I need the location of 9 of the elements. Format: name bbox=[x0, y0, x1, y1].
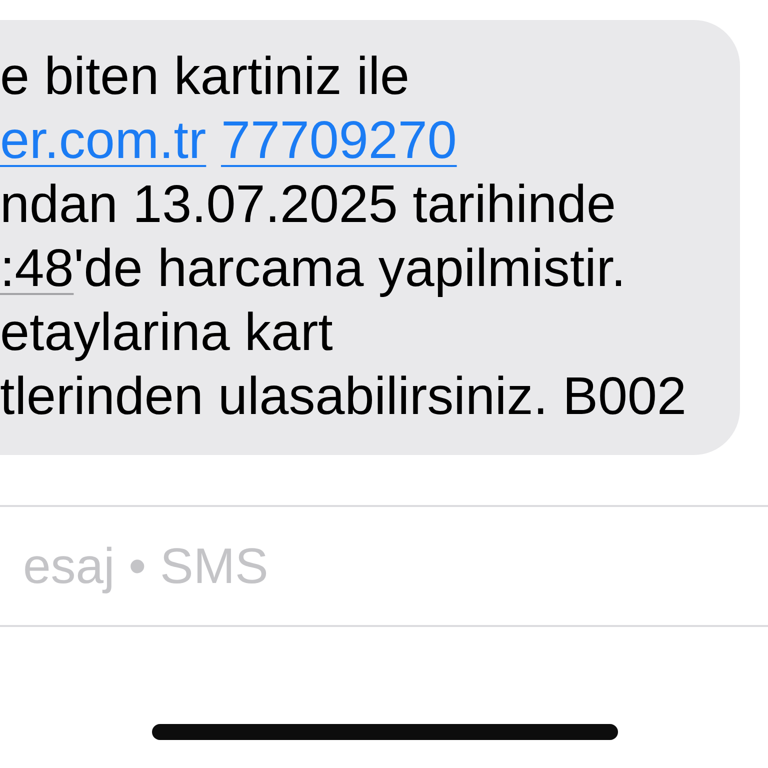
message-text: etaylarina kart bbox=[0, 303, 333, 362]
time-link[interactable]: :48 bbox=[0, 239, 74, 298]
message-text: 'de harcama yapilmistir. bbox=[74, 239, 626, 298]
link[interactable]: 77709270 bbox=[220, 111, 457, 170]
message-input[interactable]: esaj • SMS bbox=[0, 505, 768, 627]
message-text: e biten kartiniz ile bbox=[0, 47, 410, 106]
link[interactable]: er.com.tr bbox=[0, 111, 206, 170]
message-text: ndan 13.07.2025 tarihinde bbox=[0, 175, 616, 234]
message-text: tlerinden ulasabilirsiniz. B002 bbox=[0, 367, 686, 426]
